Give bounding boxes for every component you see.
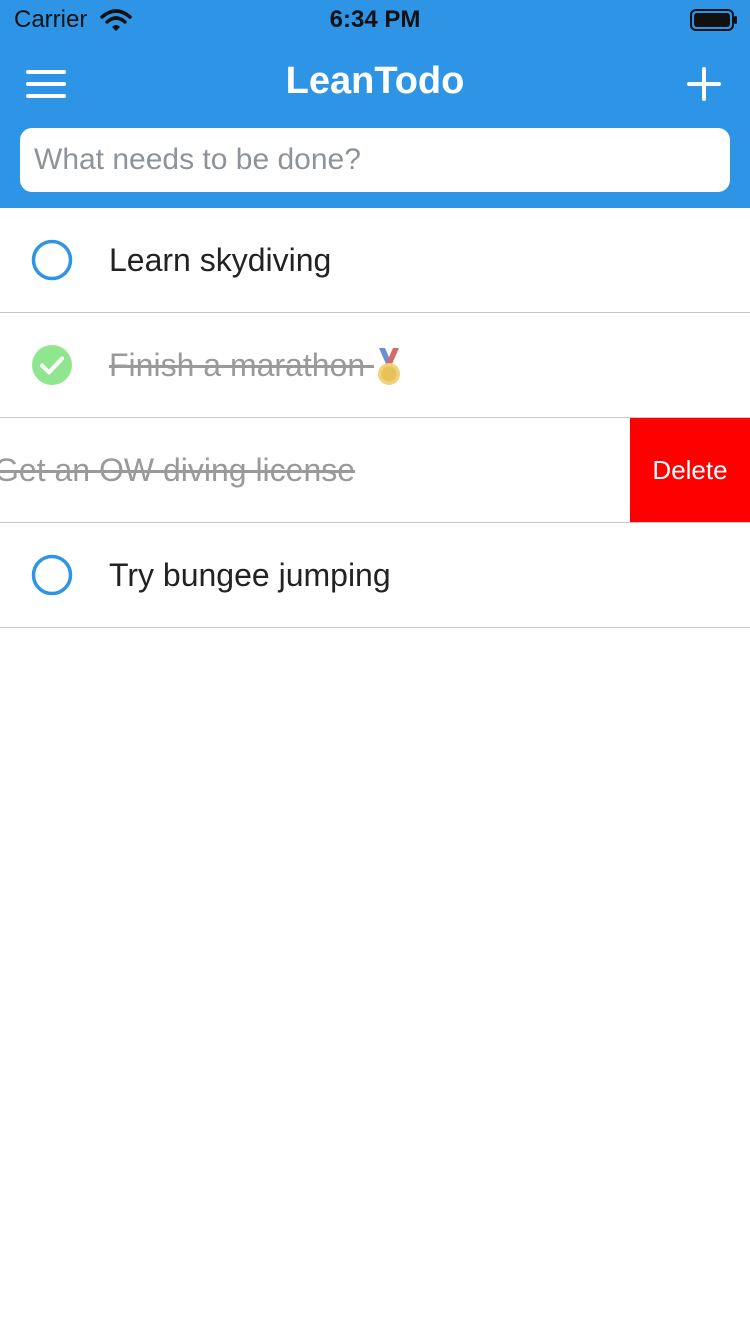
todo-text: Learn skydiving bbox=[109, 242, 332, 278]
todo-text-label: Finish a marathon bbox=[109, 347, 366, 383]
todo-row[interactable]: Learn skydiving bbox=[0, 208, 750, 313]
app-title: LeanTodo bbox=[285, 60, 465, 102]
delete-button[interactable]: Delete bbox=[630, 418, 750, 522]
status-time: 6:34 PM bbox=[329, 6, 421, 33]
plus-icon[interactable] bbox=[684, 64, 724, 104]
medal-icon bbox=[378, 347, 401, 385]
todo-text: Finish a marathon bbox=[109, 313, 404, 417]
todo-row[interactable]: Finish a marathon bbox=[0, 313, 750, 418]
todo-row[interactable]: Try bungee jumping bbox=[0, 523, 750, 628]
todo-row[interactable]: Get an OW diving license Delete bbox=[0, 418, 750, 523]
circle-icon[interactable] bbox=[31, 554, 73, 596]
todo-text: Get an OW diving license bbox=[0, 452, 356, 488]
battery-icon bbox=[690, 9, 737, 31]
new-todo-input[interactable] bbox=[20, 128, 730, 192]
todo-list: Learn skydiving Finish a marathon Get an… bbox=[0, 208, 750, 628]
checkmark-icon[interactable] bbox=[31, 344, 73, 386]
todo-text: Try bungee jumping bbox=[109, 557, 391, 593]
app-header: Carrier 6:34 PM LeanTodo bbox=[0, 0, 750, 208]
circle-icon[interactable] bbox=[31, 239, 73, 281]
